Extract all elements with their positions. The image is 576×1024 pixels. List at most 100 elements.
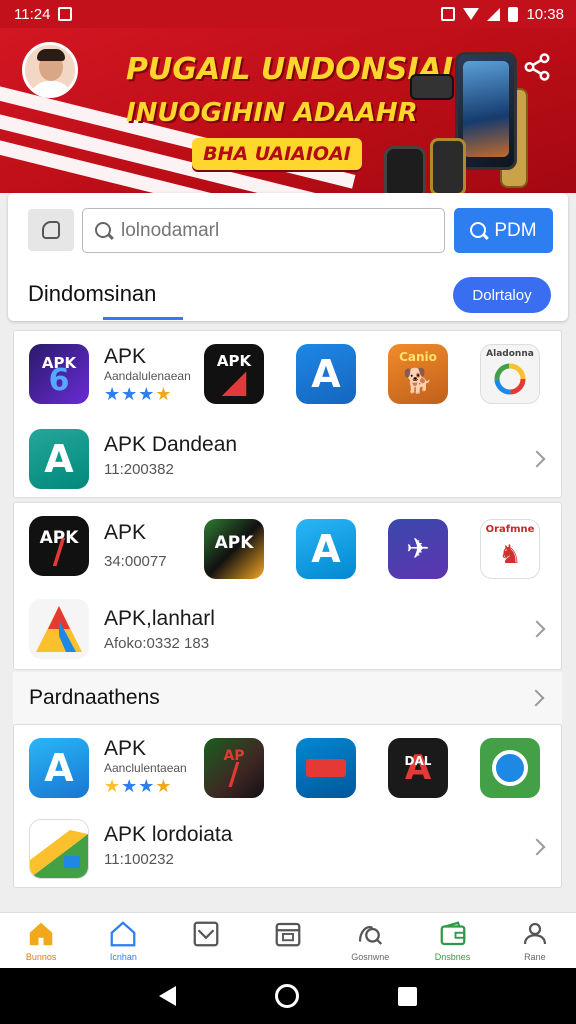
jungle-apk-icon[interactable]: AP / xyxy=(204,738,264,798)
ticket-app-icon[interactable] xyxy=(296,738,356,798)
wifi-icon xyxy=(463,8,480,20)
status-time-right: 10:38 xyxy=(526,5,564,23)
app-store-icon[interactable]: A xyxy=(29,738,89,798)
app-card: APK 6 APK Aandalulenaean ★ ★ ★ ★ APK ◢ A Cani… xyxy=(13,330,562,498)
nav-item-house[interactable]: Icnhan xyxy=(82,913,164,968)
app-row[interactable]: APK,lanharl Afoko:0332 183 xyxy=(14,589,563,675)
app-subtitle: Aanclulentaean xyxy=(104,761,187,775)
search-field[interactable] xyxy=(82,208,445,253)
nav-label: Gosnwne xyxy=(351,952,390,962)
app-subtitle: Aandalulenaean xyxy=(104,369,191,383)
banner-promo-label[interactable]: BHA UAIAIOAI xyxy=(192,138,362,170)
nav-item-wallet[interactable]: Dnsbnes xyxy=(411,913,493,968)
nav-label: Icnhan xyxy=(109,952,137,962)
apk-black-icon[interactable]: APK / xyxy=(29,516,89,576)
profile-icon xyxy=(523,922,546,945)
lens-image xyxy=(430,138,466,193)
google-a-icon[interactable] xyxy=(29,599,89,659)
apk-yellow-icon[interactable]: APK xyxy=(204,519,264,579)
signal-icon xyxy=(487,7,501,21)
wallet-icon xyxy=(440,921,465,946)
chevron-right-icon[interactable] xyxy=(528,838,546,856)
status-time-left: 11:24 xyxy=(14,5,51,23)
banner-headline-1: PUGAIL UNDONSIAI xyxy=(126,52,454,87)
apk-purple-icon[interactable]: APK 6 xyxy=(29,344,89,404)
notification-icon xyxy=(58,7,73,21)
red-dragon-icon[interactable]: Orafmne ♞ xyxy=(480,519,540,579)
home-icon xyxy=(29,922,53,946)
nav-label: Dnsbnes xyxy=(434,952,471,962)
green-shield-icon[interactable] xyxy=(480,738,540,798)
app-name: APK,lanharl xyxy=(104,607,215,630)
recent-apps-icon[interactable] xyxy=(397,986,417,1006)
nav-item-check[interactable] xyxy=(165,913,247,968)
search-button-label: PDM xyxy=(494,219,537,241)
app-row[interactable]: APK 6 APK Aandalulenaean ★ ★ ★ ★ APK ◢ A Cani… xyxy=(14,331,563,417)
avatar[interactable] xyxy=(22,42,78,98)
app-row[interactable]: A APK Aanclulentaean ★ ★ ★ ★ AP / DAL A xyxy=(14,725,563,811)
chevron-right-icon[interactable] xyxy=(528,620,546,638)
chevron-right-icon[interactable] xyxy=(528,450,546,468)
chevron-right-icon[interactable] xyxy=(527,689,545,707)
app-subtitle: Afoko:0332 183 xyxy=(104,635,210,652)
drone-image xyxy=(410,74,454,100)
section-title: Pardnaathens xyxy=(29,686,160,709)
app-row[interactable]: A APK Dandean 11:200382 xyxy=(14,417,563,503)
app-card: A APK Aanclulentaean ★ ★ ★ ★ AP / DAL A APK l… xyxy=(13,724,562,888)
app-name: APK xyxy=(104,521,147,544)
camera-icon xyxy=(42,221,60,239)
search-icon xyxy=(95,221,113,240)
nav-item-profile[interactable]: Rane xyxy=(494,913,576,968)
section-header[interactable]: Pardnaathens xyxy=(13,672,562,724)
search-input[interactable] xyxy=(121,219,421,242)
back-icon[interactable] xyxy=(159,986,177,1006)
app-store-icon[interactable]: A xyxy=(296,344,356,404)
status-bar: 11:24 10:38 xyxy=(0,0,576,28)
camera-search-button[interactable] xyxy=(28,209,74,251)
search-button[interactable]: PDM xyxy=(454,208,553,253)
rating-stars: ★ ★ ★ ★ xyxy=(104,384,172,404)
red-a-icon[interactable]: DAL A xyxy=(388,738,448,798)
app-name: APK lordoiata xyxy=(104,823,233,846)
apk-dark-icon[interactable]: APK ◢ xyxy=(204,344,264,404)
search-person-icon xyxy=(359,926,383,945)
app-name: APK xyxy=(104,345,147,368)
tab-title[interactable]: Dindomsinan xyxy=(28,281,156,307)
google-colors-icon[interactable]: Aladonna xyxy=(480,344,540,404)
search-card: PDM Dindomsinan Dolrtaloy xyxy=(8,193,568,321)
house-outline-icon xyxy=(111,921,136,947)
plane-purple-icon[interactable]: ✈ xyxy=(388,519,448,579)
app-row[interactable]: APK lordoiata 11:100232 xyxy=(14,807,563,893)
home-button-icon[interactable] xyxy=(274,984,299,1008)
app-subtitle: 11:100232 xyxy=(104,851,174,868)
search-icon xyxy=(470,221,488,240)
banner-headline-2: INUOGIHIN ADAAHR xyxy=(126,98,418,128)
green-card-icon[interactable] xyxy=(29,819,89,879)
app-card: APK / APK 34:00077 APK A ✈ Orafmne ♞ APK,l… xyxy=(13,502,562,670)
nav-item-calendar[interactable] xyxy=(247,913,329,968)
app-subtitle: 34:00077 xyxy=(104,553,167,570)
calendar-icon xyxy=(275,922,301,947)
system-navigation-bar xyxy=(0,968,576,1024)
bottom-navigation: Bunnos Icnhan Gosnwne Dnsbnes Rane xyxy=(0,912,576,968)
pill-button[interactable]: Dolrtaloy xyxy=(453,277,551,313)
share-icon[interactable] xyxy=(522,52,552,82)
promo-banner[interactable]: PUGAIL UNDONSIAI INUOGIHIN ADAAHR BHA UA… xyxy=(0,28,576,193)
nav-label: Rane xyxy=(524,952,546,962)
app-name: APK Dandean xyxy=(104,433,238,456)
nav-label: Bunnos xyxy=(25,952,57,962)
check-box-icon xyxy=(193,921,219,947)
camera-dog-icon[interactable]: Canio 🐕 xyxy=(388,344,448,404)
app-store-icon[interactable]: A xyxy=(29,429,89,489)
rating-stars: ★ ★ ★ ★ xyxy=(104,776,172,796)
app-name: APK xyxy=(104,737,147,760)
app-row[interactable]: APK / APK 34:00077 APK A ✈ Orafmne ♞ xyxy=(14,503,563,589)
nav-item-home[interactable]: Bunnos xyxy=(0,913,82,968)
camera-image xyxy=(384,146,426,193)
app-store-icon[interactable]: A xyxy=(296,519,356,579)
app-subtitle: 11:200382 xyxy=(104,461,174,478)
image-notification-icon xyxy=(441,7,456,21)
tab-underline xyxy=(103,317,183,320)
battery-icon xyxy=(508,6,519,22)
nav-item-search-person[interactable]: Gosnwne xyxy=(329,913,411,968)
